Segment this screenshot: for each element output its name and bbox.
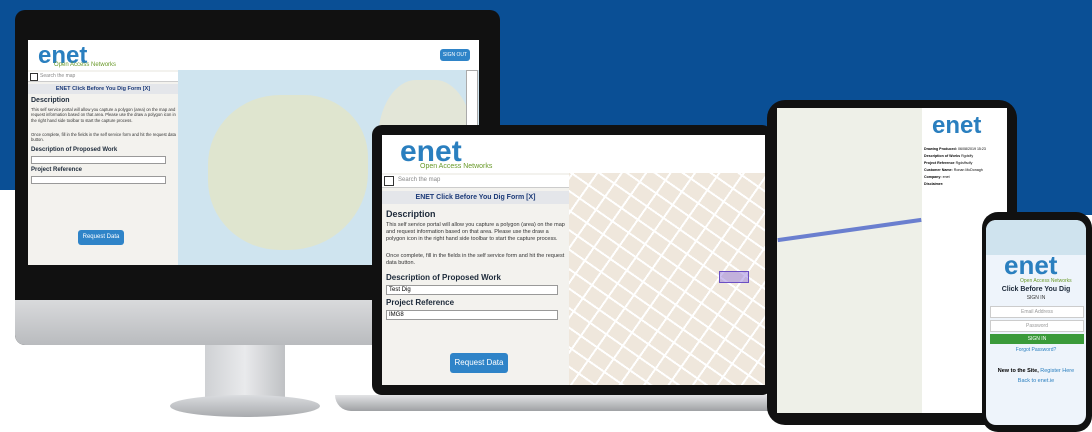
- form-panel: Search the map ENET Click Before You Dig…: [382, 173, 569, 385]
- back-to-enet-link[interactable]: Back to enet.ie: [986, 378, 1086, 384]
- street-map-view[interactable]: [569, 173, 765, 385]
- app-header: enet Open Access Networks SIGN OUT: [28, 40, 479, 70]
- phone-screen: enet Open Access Networks Click Before Y…: [986, 220, 1086, 425]
- laptop-header: enet Open Access Networks: [382, 135, 765, 173]
- password-field[interactable]: Password: [990, 320, 1084, 332]
- enet-logo: enet: [932, 112, 982, 139]
- enet-logo: enet: [1004, 250, 1058, 280]
- search-bar[interactable]: Search the map: [28, 72, 178, 82]
- reference-label: Project Reference: [386, 298, 455, 307]
- print-map: [777, 108, 922, 413]
- route-line: [777, 217, 922, 243]
- description-text: This self service portal will allow you …: [31, 107, 176, 123]
- laptop-base: [335, 395, 803, 411]
- phone-title: Click Before You Dig: [1001, 286, 1071, 293]
- map-toolbar[interactable]: [466, 70, 478, 132]
- work-input[interactable]: Test Dig: [386, 285, 558, 295]
- reference-label: Project Reference: [31, 167, 83, 173]
- instructions-text: Once complete, fill in the fields in the…: [386, 253, 565, 266]
- detail-row: Drawing Produced: 06/08/2019 15:23: [924, 147, 986, 151]
- reference-input[interactable]: [31, 176, 166, 184]
- description-heading: Description: [386, 209, 436, 219]
- detail-row: Description of Works Rgdsffy: [924, 154, 974, 158]
- logo-tagline: Open Access Networks: [1020, 278, 1072, 284]
- search-bar[interactable]: Search the map: [382, 175, 569, 188]
- monitor-base: [170, 395, 320, 417]
- detail-row: Disclaimer:: [924, 182, 944, 186]
- form-panel: Search the map ENET Click Before You Dig…: [28, 70, 178, 265]
- form-title: ENET Click Before You Dig Form [X]: [28, 84, 178, 94]
- request-data-button[interactable]: Request Data: [450, 353, 508, 373]
- work-label: Description of Proposed Work: [386, 273, 501, 282]
- menu-icon[interactable]: [30, 73, 38, 81]
- tablet-screen: enet Drawing Produced: 06/08/2019 15:23 …: [777, 108, 1007, 413]
- detail-row: Customer Name: Ronan McDonagh: [924, 168, 983, 172]
- register-link[interactable]: Register Here: [1040, 368, 1074, 374]
- sign-out-button[interactable]: SIGN OUT: [440, 49, 470, 61]
- sign-in-button[interactable]: SIGN IN: [990, 334, 1084, 344]
- search-input[interactable]: Search the map: [40, 73, 75, 79]
- description-text: This self service portal will allow you …: [386, 222, 565, 242]
- logo-tagline: Open Access Networks: [54, 62, 117, 68]
- print-details: Drawing Produced: 06/08/2019 15:23 Descr…: [924, 146, 1004, 188]
- monitor-stand: [205, 345, 285, 400]
- work-label: Description of Proposed Work: [31, 147, 118, 153]
- logo-tagline: Open Access Networks: [420, 163, 493, 170]
- menu-icon[interactable]: [384, 176, 394, 186]
- email-field[interactable]: Email Address: [990, 306, 1084, 318]
- instructions-text: Once complete, fill in the fields in the…: [31, 132, 177, 143]
- laptop-screen: enet Open Access Networks Search the map…: [382, 135, 765, 385]
- reference-input[interactable]: IMG8: [386, 310, 558, 320]
- register-line: New to the Site, Register Here: [986, 368, 1086, 374]
- search-input[interactable]: Search the map: [398, 177, 440, 183]
- new-to-site-text: New to the Site,: [997, 368, 1039, 374]
- work-input[interactable]: [31, 156, 166, 164]
- detail-row: Project Reference Rgdsffsdfy: [924, 161, 973, 165]
- phone-subtitle: SIGN IN: [1026, 295, 1046, 301]
- forgot-password-link[interactable]: Forgot Password?: [986, 347, 1086, 353]
- request-data-button[interactable]: Request Data: [78, 230, 124, 245]
- form-title: ENET Click Before You Dig Form [X]: [382, 191, 569, 204]
- description-heading: Description: [31, 97, 70, 104]
- ireland-landmass: [208, 95, 368, 250]
- drawn-polygon[interactable]: [719, 271, 749, 283]
- detail-row: Company: enet: [924, 175, 950, 179]
